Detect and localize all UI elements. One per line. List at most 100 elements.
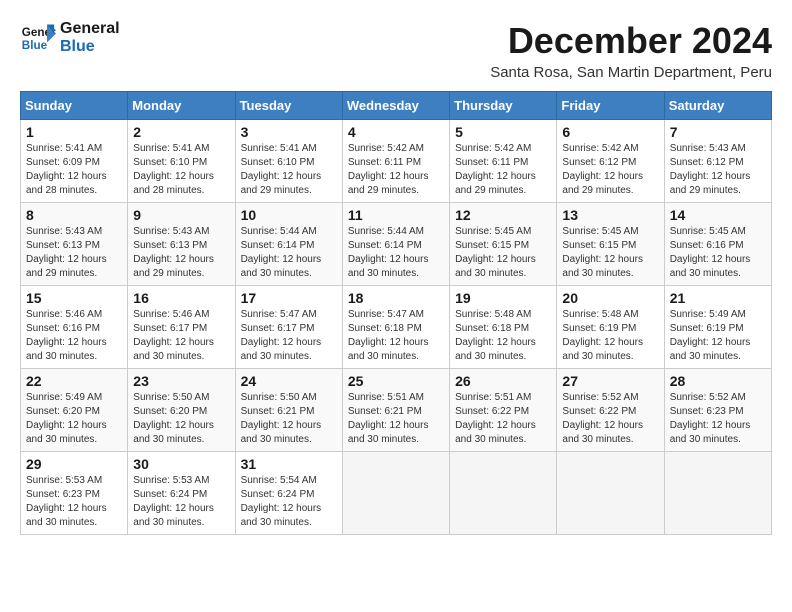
day-number: 19 xyxy=(455,290,551,306)
day-number: 3 xyxy=(241,124,337,140)
day-info: Sunrise: 5:46 AM Sunset: 6:16 PM Dayligh… xyxy=(26,308,122,364)
calendar-cell: 29 Sunrise: 5:53 AM Sunset: 6:23 PM Dayli… xyxy=(21,452,128,535)
day-info: Sunrise: 5:53 AM Sunset: 6:23 PM Dayligh… xyxy=(26,474,122,530)
calendar-cell: 17 Sunrise: 5:47 AM Sunset: 6:17 PM Dayli… xyxy=(235,286,342,369)
day-number: 5 xyxy=(455,124,551,140)
week-row-5: 29 Sunrise: 5:53 AM Sunset: 6:23 PM Dayli… xyxy=(21,452,772,535)
calendar-cell: 28 Sunrise: 5:52 AM Sunset: 6:23 PM Dayli… xyxy=(664,369,771,452)
calendar-cell: 6 Sunrise: 5:42 AM Sunset: 6:12 PM Daylig… xyxy=(557,120,664,203)
day-number: 14 xyxy=(670,207,766,223)
day-info: Sunrise: 5:44 AM Sunset: 6:14 PM Dayligh… xyxy=(241,225,337,281)
day-info: Sunrise: 5:45 AM Sunset: 6:16 PM Dayligh… xyxy=(670,225,766,281)
calendar-cell: 16 Sunrise: 5:46 AM Sunset: 6:17 PM Dayli… xyxy=(128,286,235,369)
logo-line1: General xyxy=(60,20,120,38)
col-header-tuesday: Tuesday xyxy=(235,92,342,120)
calendar-cell: 22Sunrise: 5:49 AM Sunset: 6:20 PM Dayli… xyxy=(21,369,128,452)
calendar-cell: 5 Sunrise: 5:42 AM Sunset: 6:11 PM Daylig… xyxy=(450,120,557,203)
col-header-saturday: Saturday xyxy=(664,92,771,120)
day-number: 18 xyxy=(348,290,444,306)
day-info: Sunrise: 5:42 AM Sunset: 6:11 PM Dayligh… xyxy=(348,142,444,198)
day-info: Sunrise: 5:41 AM Sunset: 6:10 PM Dayligh… xyxy=(241,142,337,198)
col-header-friday: Friday xyxy=(557,92,664,120)
day-info: Sunrise: 5:43 AM Sunset: 6:13 PM Dayligh… xyxy=(133,225,229,281)
title-area: December 2024 Santa Rosa, San Martin Dep… xyxy=(490,20,772,81)
location-title: Santa Rosa, San Martin Department, Peru xyxy=(490,64,772,81)
col-header-sunday: Sunday xyxy=(21,92,128,120)
day-info: Sunrise: 5:49 AM Sunset: 6:20 PM Dayligh… xyxy=(26,391,122,447)
day-info: Sunrise: 5:49 AM Sunset: 6:19 PM Dayligh… xyxy=(670,308,766,364)
calendar-cell: 10 Sunrise: 5:44 AM Sunset: 6:14 PM Dayli… xyxy=(235,203,342,286)
day-number: 6 xyxy=(562,124,658,140)
calendar-table: SundayMondayTuesdayWednesdayThursdayFrid… xyxy=(20,91,772,535)
svg-text:Blue: Blue xyxy=(22,39,48,52)
day-number: 21 xyxy=(670,290,766,306)
calendar-cell: 1 Sunrise: 5:41 AM Sunset: 6:09 PM Daylig… xyxy=(21,120,128,203)
day-number: 11 xyxy=(348,207,444,223)
logo-line2: Blue xyxy=(60,38,120,56)
day-info: Sunrise: 5:42 AM Sunset: 6:12 PM Dayligh… xyxy=(562,142,658,198)
day-number: 16 xyxy=(133,290,229,306)
day-number: 8 xyxy=(26,207,122,223)
month-title: December 2024 xyxy=(490,20,772,62)
day-info: Sunrise: 5:45 AM Sunset: 6:15 PM Dayligh… xyxy=(562,225,658,281)
logo: General Blue General Blue xyxy=(20,20,120,56)
day-info: Sunrise: 5:43 AM Sunset: 6:12 PM Dayligh… xyxy=(670,142,766,198)
calendar-cell: 31 Sunrise: 5:54 AM Sunset: 6:24 PM Dayli… xyxy=(235,452,342,535)
calendar-cell: 12Sunrise: 5:45 AM Sunset: 6:15 PM Dayli… xyxy=(450,203,557,286)
day-number: 10 xyxy=(241,207,337,223)
day-info: Sunrise: 5:47 AM Sunset: 6:18 PM Dayligh… xyxy=(348,308,444,364)
week-row-3: 15 Sunrise: 5:46 AM Sunset: 6:16 PM Dayli… xyxy=(21,286,772,369)
calendar-cell: 2 Sunrise: 5:41 AM Sunset: 6:10 PM Daylig… xyxy=(128,120,235,203)
calendar-cell: 26 Sunrise: 5:51 AM Sunset: 6:22 PM Dayli… xyxy=(450,369,557,452)
day-number: 23 xyxy=(133,373,229,389)
day-number: 17 xyxy=(241,290,337,306)
day-info: Sunrise: 5:41 AM Sunset: 6:09 PM Dayligh… xyxy=(26,142,122,198)
day-info: Sunrise: 5:46 AM Sunset: 6:17 PM Dayligh… xyxy=(133,308,229,364)
week-row-1: 1 Sunrise: 5:41 AM Sunset: 6:09 PM Daylig… xyxy=(21,120,772,203)
day-info: Sunrise: 5:53 AM Sunset: 6:24 PM Dayligh… xyxy=(133,474,229,530)
logo-icon: General Blue xyxy=(20,20,56,56)
day-info: Sunrise: 5:50 AM Sunset: 6:21 PM Dayligh… xyxy=(241,391,337,447)
calendar-cell: 25Sunrise: 5:51 AM Sunset: 6:21 PM Dayli… xyxy=(342,369,449,452)
day-number: 2 xyxy=(133,124,229,140)
header-row: SundayMondayTuesdayWednesdayThursdayFrid… xyxy=(21,92,772,120)
calendar-cell: 20Sunrise: 5:48 AM Sunset: 6:19 PM Dayli… xyxy=(557,286,664,369)
day-number: 12 xyxy=(455,207,551,223)
day-number: 24 xyxy=(241,373,337,389)
day-info: Sunrise: 5:47 AM Sunset: 6:17 PM Dayligh… xyxy=(241,308,337,364)
day-number: 13 xyxy=(562,207,658,223)
col-header-wednesday: Wednesday xyxy=(342,92,449,120)
calendar-cell xyxy=(557,452,664,535)
calendar-cell: 19 Sunrise: 5:48 AM Sunset: 6:18 PM Dayli… xyxy=(450,286,557,369)
calendar-cell: 15 Sunrise: 5:46 AM Sunset: 6:16 PM Dayli… xyxy=(21,286,128,369)
calendar-cell: 18 Sunrise: 5:47 AM Sunset: 6:18 PM Dayli… xyxy=(342,286,449,369)
calendar-cell: 8Sunrise: 5:43 AM Sunset: 6:13 PM Daylig… xyxy=(21,203,128,286)
day-info: Sunrise: 5:48 AM Sunset: 6:19 PM Dayligh… xyxy=(562,308,658,364)
day-number: 4 xyxy=(348,124,444,140)
day-number: 15 xyxy=(26,290,122,306)
calendar-cell: 14 Sunrise: 5:45 AM Sunset: 6:16 PM Dayli… xyxy=(664,203,771,286)
day-number: 28 xyxy=(670,373,766,389)
day-number: 7 xyxy=(670,124,766,140)
calendar-cell xyxy=(664,452,771,535)
day-info: Sunrise: 5:44 AM Sunset: 6:14 PM Dayligh… xyxy=(348,225,444,281)
day-info: Sunrise: 5:52 AM Sunset: 6:22 PM Dayligh… xyxy=(562,391,658,447)
day-number: 31 xyxy=(241,456,337,472)
day-info: Sunrise: 5:48 AM Sunset: 6:18 PM Dayligh… xyxy=(455,308,551,364)
calendar-cell: 30Sunrise: 5:53 AM Sunset: 6:24 PM Dayli… xyxy=(128,452,235,535)
day-info: Sunrise: 5:41 AM Sunset: 6:10 PM Dayligh… xyxy=(133,142,229,198)
calendar-cell: 21 Sunrise: 5:49 AM Sunset: 6:19 PM Dayli… xyxy=(664,286,771,369)
calendar-cell: 27Sunrise: 5:52 AM Sunset: 6:22 PM Dayli… xyxy=(557,369,664,452)
week-row-4: 22Sunrise: 5:49 AM Sunset: 6:20 PM Dayli… xyxy=(21,369,772,452)
day-number: 26 xyxy=(455,373,551,389)
day-info: Sunrise: 5:52 AM Sunset: 6:23 PM Dayligh… xyxy=(670,391,766,447)
day-info: Sunrise: 5:51 AM Sunset: 6:22 PM Dayligh… xyxy=(455,391,551,447)
day-number: 29 xyxy=(26,456,122,472)
col-header-thursday: Thursday xyxy=(450,92,557,120)
col-header-monday: Monday xyxy=(128,92,235,120)
day-info: Sunrise: 5:42 AM Sunset: 6:11 PM Dayligh… xyxy=(455,142,551,198)
calendar-cell xyxy=(450,452,557,535)
calendar-cell: 7 Sunrise: 5:43 AM Sunset: 6:12 PM Daylig… xyxy=(664,120,771,203)
day-info: Sunrise: 5:54 AM Sunset: 6:24 PM Dayligh… xyxy=(241,474,337,530)
day-number: 1 xyxy=(26,124,122,140)
